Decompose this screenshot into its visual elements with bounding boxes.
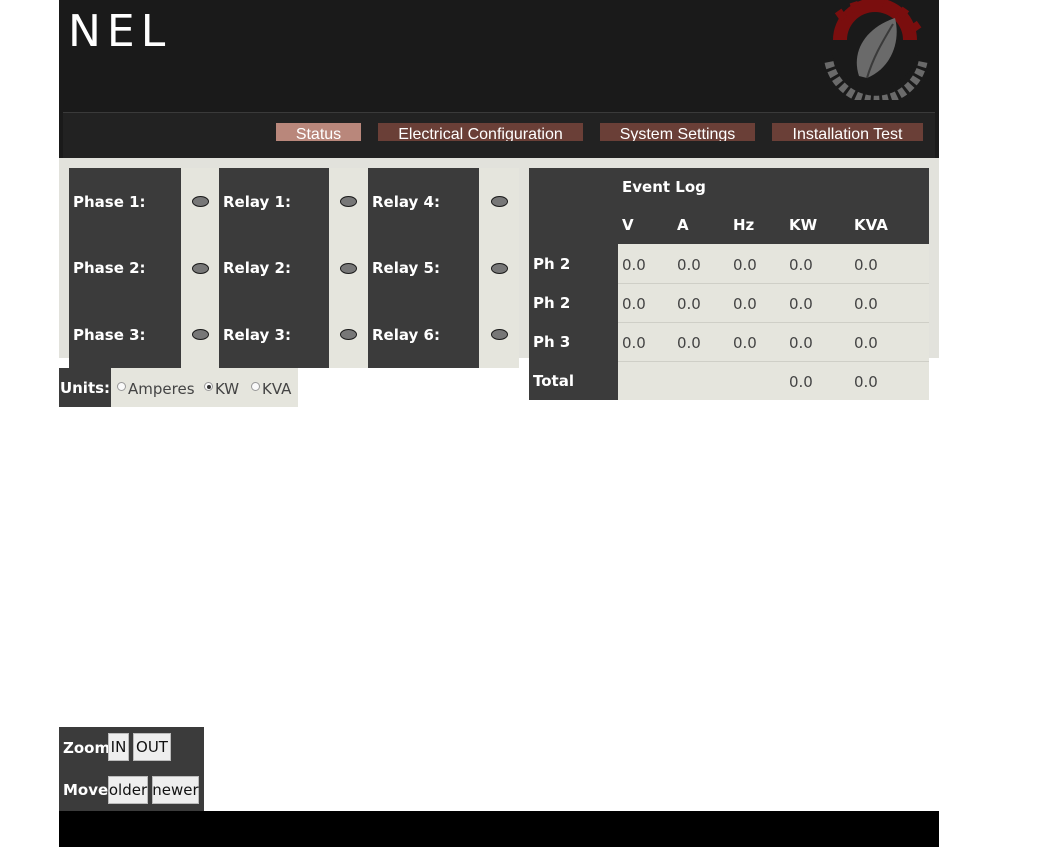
phase-3-label: Phase 3: (69, 301, 181, 368)
relay-5-label: Relay 5: (368, 235, 479, 301)
col-header-v: V (622, 216, 634, 234)
col-header-a: A (677, 216, 689, 234)
cell-value: 0.0 (789, 373, 813, 391)
relay-4-label: Relay 4: (368, 168, 479, 235)
cell-value: 0.0 (677, 256, 701, 274)
relay-5-indicator (479, 235, 519, 301)
relay-1-indicator (329, 168, 368, 235)
units-kw-label[interactable]: KW (215, 380, 239, 398)
cell-value: 0.0 (789, 334, 813, 352)
relay-6-indicator (479, 301, 519, 368)
row-divider (618, 361, 929, 362)
zoom-label: Zoom (63, 739, 111, 757)
relay-6-led-icon (490, 329, 508, 340)
row-label: Ph 2 (533, 255, 571, 273)
cell-value: 0.0 (622, 295, 646, 313)
relay-4-indicator (479, 168, 519, 235)
move-older-button[interactable]: older (108, 776, 148, 804)
row-label-total: Total (533, 372, 574, 390)
cell-value: 0.0 (789, 295, 813, 313)
relay-5-led-icon (490, 262, 508, 274)
cell-value: 0.0 (622, 334, 646, 352)
units-label: Units: (59, 368, 111, 407)
phase-2-label: Phase 2: (69, 235, 181, 301)
phase-2-indicator (181, 235, 219, 301)
tab-system-settings[interactable]: System Settings (600, 123, 755, 141)
phase-3-led-icon (191, 329, 209, 340)
cell-value: 0.0 (677, 295, 701, 313)
col-header-kw: KW (789, 216, 818, 234)
cell-value: 0.0 (622, 256, 646, 274)
cell-value: 0.0 (854, 334, 878, 352)
row-divider (618, 283, 929, 284)
company-logo (824, 0, 928, 100)
page-footer (59, 811, 939, 847)
relay-1-led-icon (340, 196, 357, 207)
cell-value: 0.0 (733, 295, 757, 313)
relay-4-led-icon (490, 196, 508, 207)
units-kva-radio[interactable] (251, 382, 260, 391)
move-newer-button[interactable]: newer (152, 776, 199, 804)
row-label: Ph 3 (533, 333, 571, 351)
event-log-title: Event Log (622, 178, 706, 196)
relay-2-indicator (329, 235, 368, 301)
cell-value: 0.0 (854, 373, 878, 391)
move-label: Move (63, 781, 109, 799)
relay-2-label: Relay 2: (219, 235, 329, 301)
row-label: Ph 2 (533, 294, 571, 312)
phase-1-led-icon (191, 196, 209, 207)
cell-value: 0.0 (854, 256, 878, 274)
units-kva-label[interactable]: KVA (262, 380, 291, 398)
units-kw-radio[interactable] (204, 382, 213, 391)
phase-1-label: Phase 1: (69, 168, 181, 235)
tab-status[interactable]: Status (276, 123, 361, 141)
cell-value: 0.0 (733, 334, 757, 352)
tab-installation-test[interactable]: Installation Test (772, 123, 923, 141)
brand-title: NEL (68, 6, 172, 57)
col-header-hz: Hz (733, 216, 755, 234)
relay-6-label: Relay 6: (368, 301, 479, 368)
zoom-in-button[interactable]: IN (108, 733, 129, 761)
cell-value: 0.0 (677, 334, 701, 352)
phase-2-led-icon (191, 262, 209, 274)
phase-3-indicator (181, 301, 219, 368)
phase-1-indicator (181, 168, 219, 235)
relay-3-indicator (329, 301, 368, 368)
tab-electrical-configuration[interactable]: Electrical Configuration (378, 123, 583, 141)
units-amperes-label[interactable]: Amperes (128, 380, 195, 398)
relay-3-label: Relay 3: (219, 301, 329, 368)
cell-value: 0.0 (789, 256, 813, 274)
cell-value: 0.0 (733, 256, 757, 274)
relay-3-led-icon (340, 329, 357, 340)
col-header-kva: KVA (854, 216, 888, 234)
row-divider (618, 322, 929, 323)
units-amperes-radio[interactable] (117, 382, 126, 391)
relay-2-led-icon (340, 262, 357, 274)
cell-value: 0.0 (854, 295, 878, 313)
zoom-out-button[interactable]: OUT (133, 733, 171, 761)
relay-1-label: Relay 1: (219, 168, 329, 235)
